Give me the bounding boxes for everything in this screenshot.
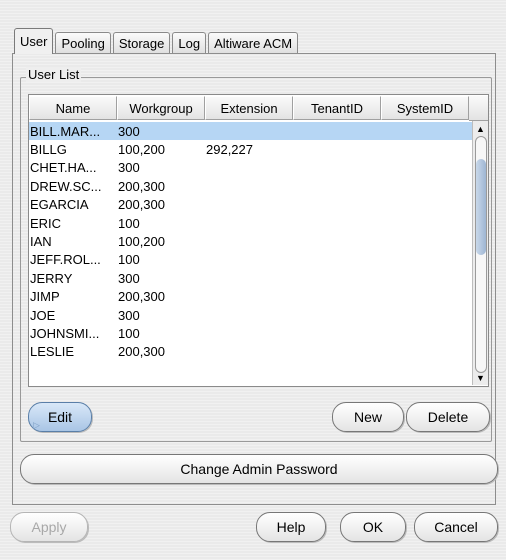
cell-workgroup: 100 — [118, 252, 140, 268]
help-button[interactable]: Help — [256, 512, 326, 542]
tab-pooling[interactable]: Pooling — [55, 32, 111, 54]
scrollbar-track[interactable] — [475, 136, 487, 373]
table-row[interactable]: JOHNSMI... 100 — [29, 324, 473, 342]
cell-workgroup: 300 — [118, 307, 140, 323]
table-row[interactable]: BILL.MAR... 300 — [29, 122, 473, 141]
table-row[interactable]: JEFF.ROL... 100 — [29, 251, 473, 269]
cell-name: EGARCIA — [30, 197, 89, 213]
header-filler — [469, 96, 488, 121]
cell-name: ERIC — [30, 215, 62, 231]
column-header-name[interactable]: Name — [29, 96, 117, 120]
cell-name: DREW.SC... — [30, 178, 102, 194]
cell-name: CHET.HA... — [30, 160, 97, 176]
change-admin-password-button[interactable]: Change Admin Password — [20, 454, 498, 484]
cell-workgroup: 300 — [118, 270, 140, 286]
column-header-systemid[interactable]: SystemID — [381, 96, 469, 120]
cell-workgroup: 200,300 — [118, 344, 165, 360]
table-row[interactable]: BILLG 100,200 292,227 — [29, 140, 473, 158]
edit-button[interactable]: ▷ Edit — [28, 402, 92, 432]
cell-workgroup: 300 — [118, 160, 140, 176]
cell-name: BILL.MAR... — [30, 123, 101, 139]
cell-name: JOHNSMI... — [30, 325, 100, 341]
scrollbar-thumb[interactable] — [476, 159, 486, 255]
cell-workgroup: 100 — [118, 325, 140, 341]
table-body: BILL.MAR... 300 BILLG 100,200 292,227 CHET.HA… — [29, 122, 473, 361]
user-table: Name Workgroup Extension TenantID System… — [28, 94, 489, 387]
delete-button[interactable]: Delete — [406, 402, 490, 432]
cell-workgroup: 300 — [118, 123, 140, 139]
cell-workgroup: 100 — [118, 215, 140, 231]
user-list-title: User List — [26, 67, 82, 82]
cell-name: JERRY — [30, 270, 73, 286]
play-arrow-icon: ▷ — [33, 420, 40, 430]
tab-log[interactable]: Log — [172, 32, 207, 54]
cell-name: LESLIE — [30, 344, 75, 360]
tab-bar: User Pooling Storage Log Altiware ACM — [14, 27, 300, 54]
cell-name: BILLG — [30, 142, 67, 158]
column-header-workgroup[interactable]: Workgroup — [117, 96, 205, 120]
cell-name: JIMP — [30, 289, 60, 305]
table-row[interactable]: JERRY 300 — [29, 269, 473, 287]
tab-user[interactable]: User — [14, 28, 54, 54]
table-row[interactable]: LESLIE 200,300 — [29, 343, 473, 361]
cell-name: IAN — [30, 234, 52, 250]
table-row[interactable]: ERIC 100 — [29, 214, 473, 232]
column-header-extension[interactable]: Extension — [205, 96, 293, 120]
cell-name: JEFF.ROL... — [30, 252, 101, 268]
table-row[interactable]: JOE 300 — [29, 306, 473, 324]
cell-extension: 292,227 — [206, 142, 253, 158]
ok-button[interactable]: OK — [340, 512, 406, 542]
table-row[interactable]: JIMP 200,300 — [29, 288, 473, 306]
cancel-button[interactable]: Cancel — [414, 512, 498, 542]
vertical-scrollbar[interactable]: ▲ ▼ — [472, 121, 488, 385]
apply-button[interactable]: Apply — [10, 512, 88, 542]
cell-workgroup: 200,300 — [118, 289, 165, 305]
cell-workgroup: 200,300 — [118, 178, 165, 194]
table-row[interactable]: DREW.SC... 200,300 — [29, 177, 473, 195]
tab-storage[interactable]: Storage — [112, 32, 171, 54]
new-button[interactable]: New — [332, 402, 404, 432]
column-header-tenantid[interactable]: TenantID — [293, 96, 381, 120]
table-row[interactable]: EGARCIA 200,300 — [29, 196, 473, 214]
cell-name: JOE — [30, 307, 56, 323]
cell-workgroup: 100,200 — [118, 234, 165, 250]
table-row[interactable]: CHET.HA... 300 — [29, 159, 473, 177]
triangle-up-icon[interactable]: ▲ — [473, 122, 488, 136]
edit-button-label: Edit — [47, 409, 73, 425]
cell-workgroup: 200,300 — [118, 197, 165, 213]
table-header: Name Workgroup Extension TenantID System… — [29, 95, 488, 121]
table-row[interactable]: IAN 100,200 — [29, 232, 473, 250]
triangle-down-icon[interactable]: ▼ — [473, 371, 488, 385]
cell-workgroup: 100,200 — [118, 142, 165, 158]
tab-altiware-acm[interactable]: Altiware ACM — [208, 32, 299, 54]
